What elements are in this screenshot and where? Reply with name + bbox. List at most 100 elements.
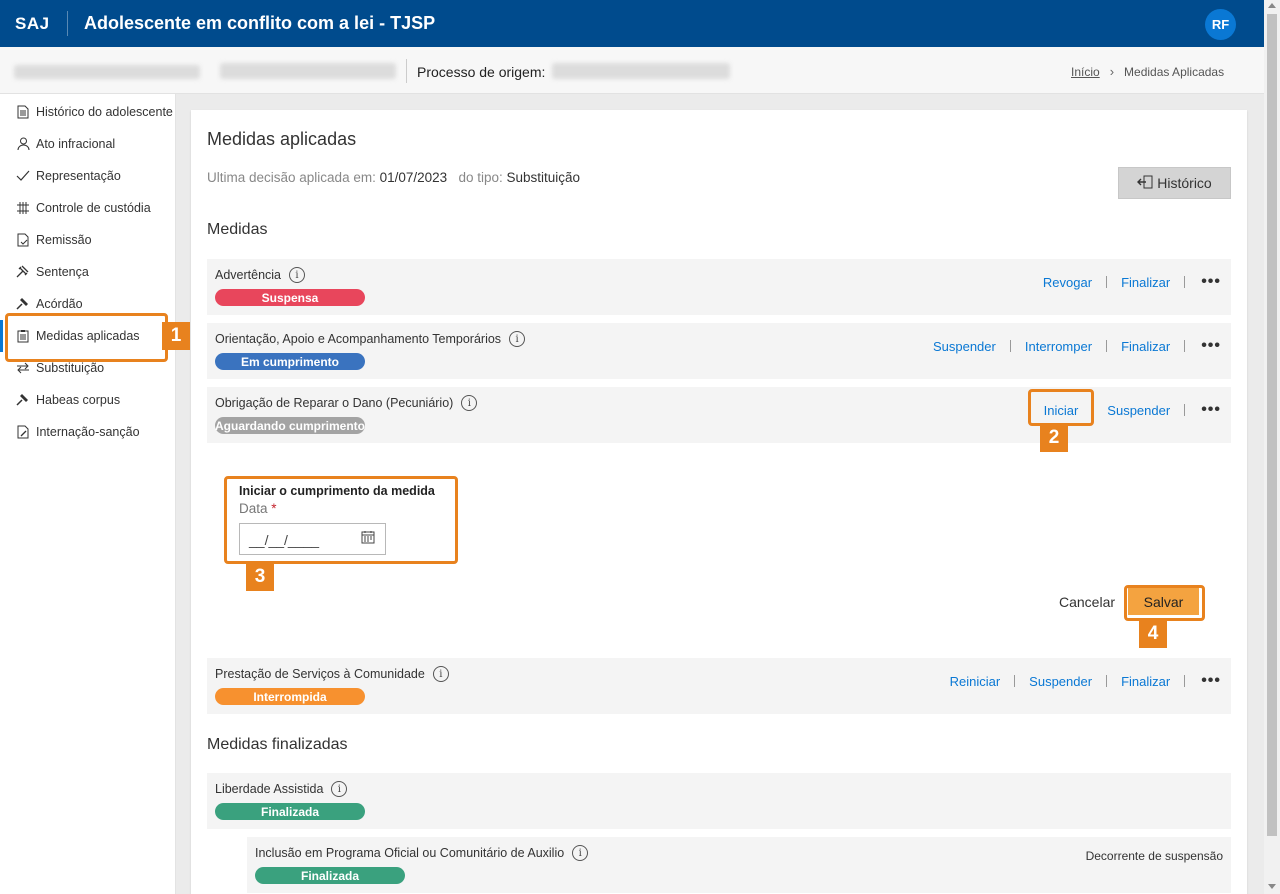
section-finalizadas-title: Medidas finalizadas bbox=[207, 736, 348, 753]
medida-name-text: Obrigação de Reparar o Dano (Pecuniário) bbox=[215, 396, 454, 410]
app-title: Adolescente em conflito com a lei - TJSP bbox=[84, 13, 436, 33]
history-button[interactable]: Histórico bbox=[1118, 167, 1231, 199]
more-options-icon[interactable]: ••• bbox=[1201, 337, 1221, 355]
last-decision-label: Ultima decisão aplicada em: bbox=[207, 170, 376, 185]
sidebar-item-sentenca[interactable]: Sentença bbox=[0, 256, 176, 288]
process-bar: Processo de origem: Início › Medidas Apl… bbox=[0, 47, 1264, 94]
app-header: SAJ Adolescente em conflito com a lei - … bbox=[0, 0, 1280, 47]
gavel-icon bbox=[16, 393, 30, 407]
medida-row-orientacao: Orientação, Apoio e Acompanhamento Tempo… bbox=[207, 323, 1231, 379]
sidebar-item-representacao[interactable]: Representação bbox=[0, 160, 176, 192]
breadcrumb-current: Medidas Aplicadas bbox=[1124, 64, 1225, 79]
callout-highlight-3 bbox=[224, 476, 458, 564]
callout-number-1: 1 bbox=[162, 322, 190, 350]
finalizada-row-liberdade: Liberdade Assistida i Finalizada bbox=[207, 773, 1231, 829]
vertical-scrollbar[interactable] bbox=[1264, 0, 1280, 894]
sidebar-item-label: Remissão bbox=[36, 233, 92, 247]
user-avatar[interactable]: RF bbox=[1205, 9, 1236, 40]
separator bbox=[1184, 404, 1186, 416]
reiniciar-button[interactable]: Reiniciar bbox=[948, 674, 1003, 689]
separator bbox=[1106, 675, 1108, 687]
sidebar-item-label: Ato infracional bbox=[36, 137, 116, 151]
medida-name-text: Advertência bbox=[215, 268, 282, 282]
sidebar-item-label: Sentença bbox=[36, 265, 89, 279]
finalizar-button[interactable]: Finalizar bbox=[1119, 275, 1172, 290]
sidebar: Histórico do adolescente Ato infracional… bbox=[0, 94, 176, 894]
redacted-origin-process bbox=[552, 63, 730, 79]
document-icon bbox=[16, 105, 30, 119]
gavel-icon bbox=[16, 297, 30, 311]
sidebar-item-controle-custodia[interactable]: Controle de custódia bbox=[0, 192, 176, 224]
info-icon[interactable]: i bbox=[509, 331, 526, 347]
separator bbox=[1184, 675, 1186, 687]
separator bbox=[1184, 276, 1186, 288]
more-options-icon[interactable]: ••• bbox=[1201, 273, 1221, 291]
info-icon[interactable]: i bbox=[572, 845, 589, 861]
finalizar-button[interactable]: Finalizar bbox=[1119, 674, 1172, 689]
medida-actions: Reiniciar Suspender Finalizar ••• bbox=[948, 672, 1221, 690]
chevron-right-icon: › bbox=[1109, 64, 1115, 79]
divider bbox=[406, 59, 407, 83]
app-logo[interactable]: SAJ bbox=[0, 11, 68, 36]
finalizada-row-inclusao: Inclusão em Programa Oficial ou Comunitá… bbox=[247, 837, 1231, 893]
info-icon[interactable]: i bbox=[432, 666, 449, 682]
suspender-button[interactable]: Suspender bbox=[1027, 674, 1094, 689]
suspender-button[interactable]: Suspender bbox=[931, 339, 998, 354]
status-badge: Finalizada bbox=[255, 867, 405, 884]
medida-row-advertencia: Advertência i Suspensa Revogar Finalizar… bbox=[207, 259, 1231, 315]
origin-process-label: Processo de origem: bbox=[417, 64, 546, 80]
status-badge: Finalizada bbox=[215, 803, 365, 820]
info-icon[interactable]: i bbox=[461, 395, 478, 411]
breadcrumb-home-link[interactable]: Início bbox=[1071, 65, 1100, 79]
check-icon bbox=[16, 169, 30, 183]
sidebar-item-label: Histórico do adolescente bbox=[36, 105, 173, 119]
scroll-thumb[interactable] bbox=[1267, 14, 1277, 836]
sidebar-item-habeas-corpus[interactable]: Habeas corpus bbox=[0, 384, 176, 416]
scroll-up-arrow-icon[interactable] bbox=[1268, 3, 1276, 8]
redacted-party-name bbox=[14, 65, 200, 79]
interromper-button[interactable]: Interromper bbox=[1023, 339, 1094, 354]
last-decision-type-label: do tipo: bbox=[458, 170, 503, 185]
separator bbox=[1014, 675, 1016, 687]
cancel-button[interactable]: Cancelar bbox=[1059, 594, 1115, 610]
last-decision-type: Substituição bbox=[506, 170, 581, 185]
scroll-down-arrow-icon[interactable] bbox=[1268, 884, 1276, 889]
medida-row-prestacao: Prestação de Serviços à Comunidade i Int… bbox=[207, 658, 1231, 714]
status-badge: Aguardando cumprimento bbox=[215, 417, 366, 434]
callout-number-2: 2 bbox=[1040, 424, 1068, 452]
suspension-note: Decorrente de suspensão bbox=[1085, 849, 1223, 863]
callout-highlight-1 bbox=[5, 313, 168, 362]
medida-name: Orientação, Apoio e Acompanhamento Tempo… bbox=[215, 331, 526, 347]
status-badge: Suspensa bbox=[215, 289, 365, 306]
sidebar-item-label: Substituição bbox=[36, 361, 105, 375]
sidebar-item-internacao-sancao[interactable]: Internação-sanção bbox=[0, 416, 176, 448]
more-options-icon[interactable]: ••• bbox=[1201, 672, 1221, 690]
gavel-icon bbox=[16, 265, 30, 279]
medida-name: Liberdade Assistida i bbox=[215, 781, 348, 797]
info-icon[interactable]: i bbox=[331, 781, 348, 797]
breadcrumb: Início › Medidas Aplicadas bbox=[1071, 64, 1224, 79]
history-button-label: Histórico bbox=[1157, 175, 1212, 191]
sidebar-item-historico[interactable]: Histórico do adolescente bbox=[0, 96, 176, 128]
sidebar-item-label: Controle de custódia bbox=[36, 201, 151, 215]
callout-number-4: 4 bbox=[1139, 620, 1167, 648]
separator bbox=[1009, 340, 1011, 352]
section-medidas-title: Medidas bbox=[207, 221, 268, 238]
info-icon[interactable]: i bbox=[289, 267, 306, 283]
sidebar-item-remissao[interactable]: Remissão bbox=[0, 224, 176, 256]
revogar-button[interactable]: Revogar bbox=[1041, 275, 1094, 290]
history-icon bbox=[1137, 175, 1153, 192]
redacted-process-number bbox=[220, 63, 396, 79]
last-decision-info: Ultima decisão aplicada em: 01/07/2023 d… bbox=[207, 170, 580, 185]
more-options-icon[interactable]: ••• bbox=[1201, 401, 1221, 419]
document-check-icon bbox=[16, 233, 30, 247]
finalizar-button[interactable]: Finalizar bbox=[1119, 339, 1172, 354]
sidebar-item-ato-infracional[interactable]: Ato infracional bbox=[0, 128, 176, 160]
separator bbox=[1106, 340, 1108, 352]
suspender-button[interactable]: Suspender bbox=[1105, 403, 1172, 418]
status-badge: Interrompida bbox=[215, 688, 365, 705]
medida-actions: Revogar Finalizar ••• bbox=[1041, 273, 1221, 291]
medida-name: Obrigação de Reparar o Dano (Pecuniário)… bbox=[215, 395, 478, 411]
callout-highlight-2 bbox=[1028, 389, 1094, 426]
callout-highlight-4 bbox=[1124, 585, 1205, 621]
